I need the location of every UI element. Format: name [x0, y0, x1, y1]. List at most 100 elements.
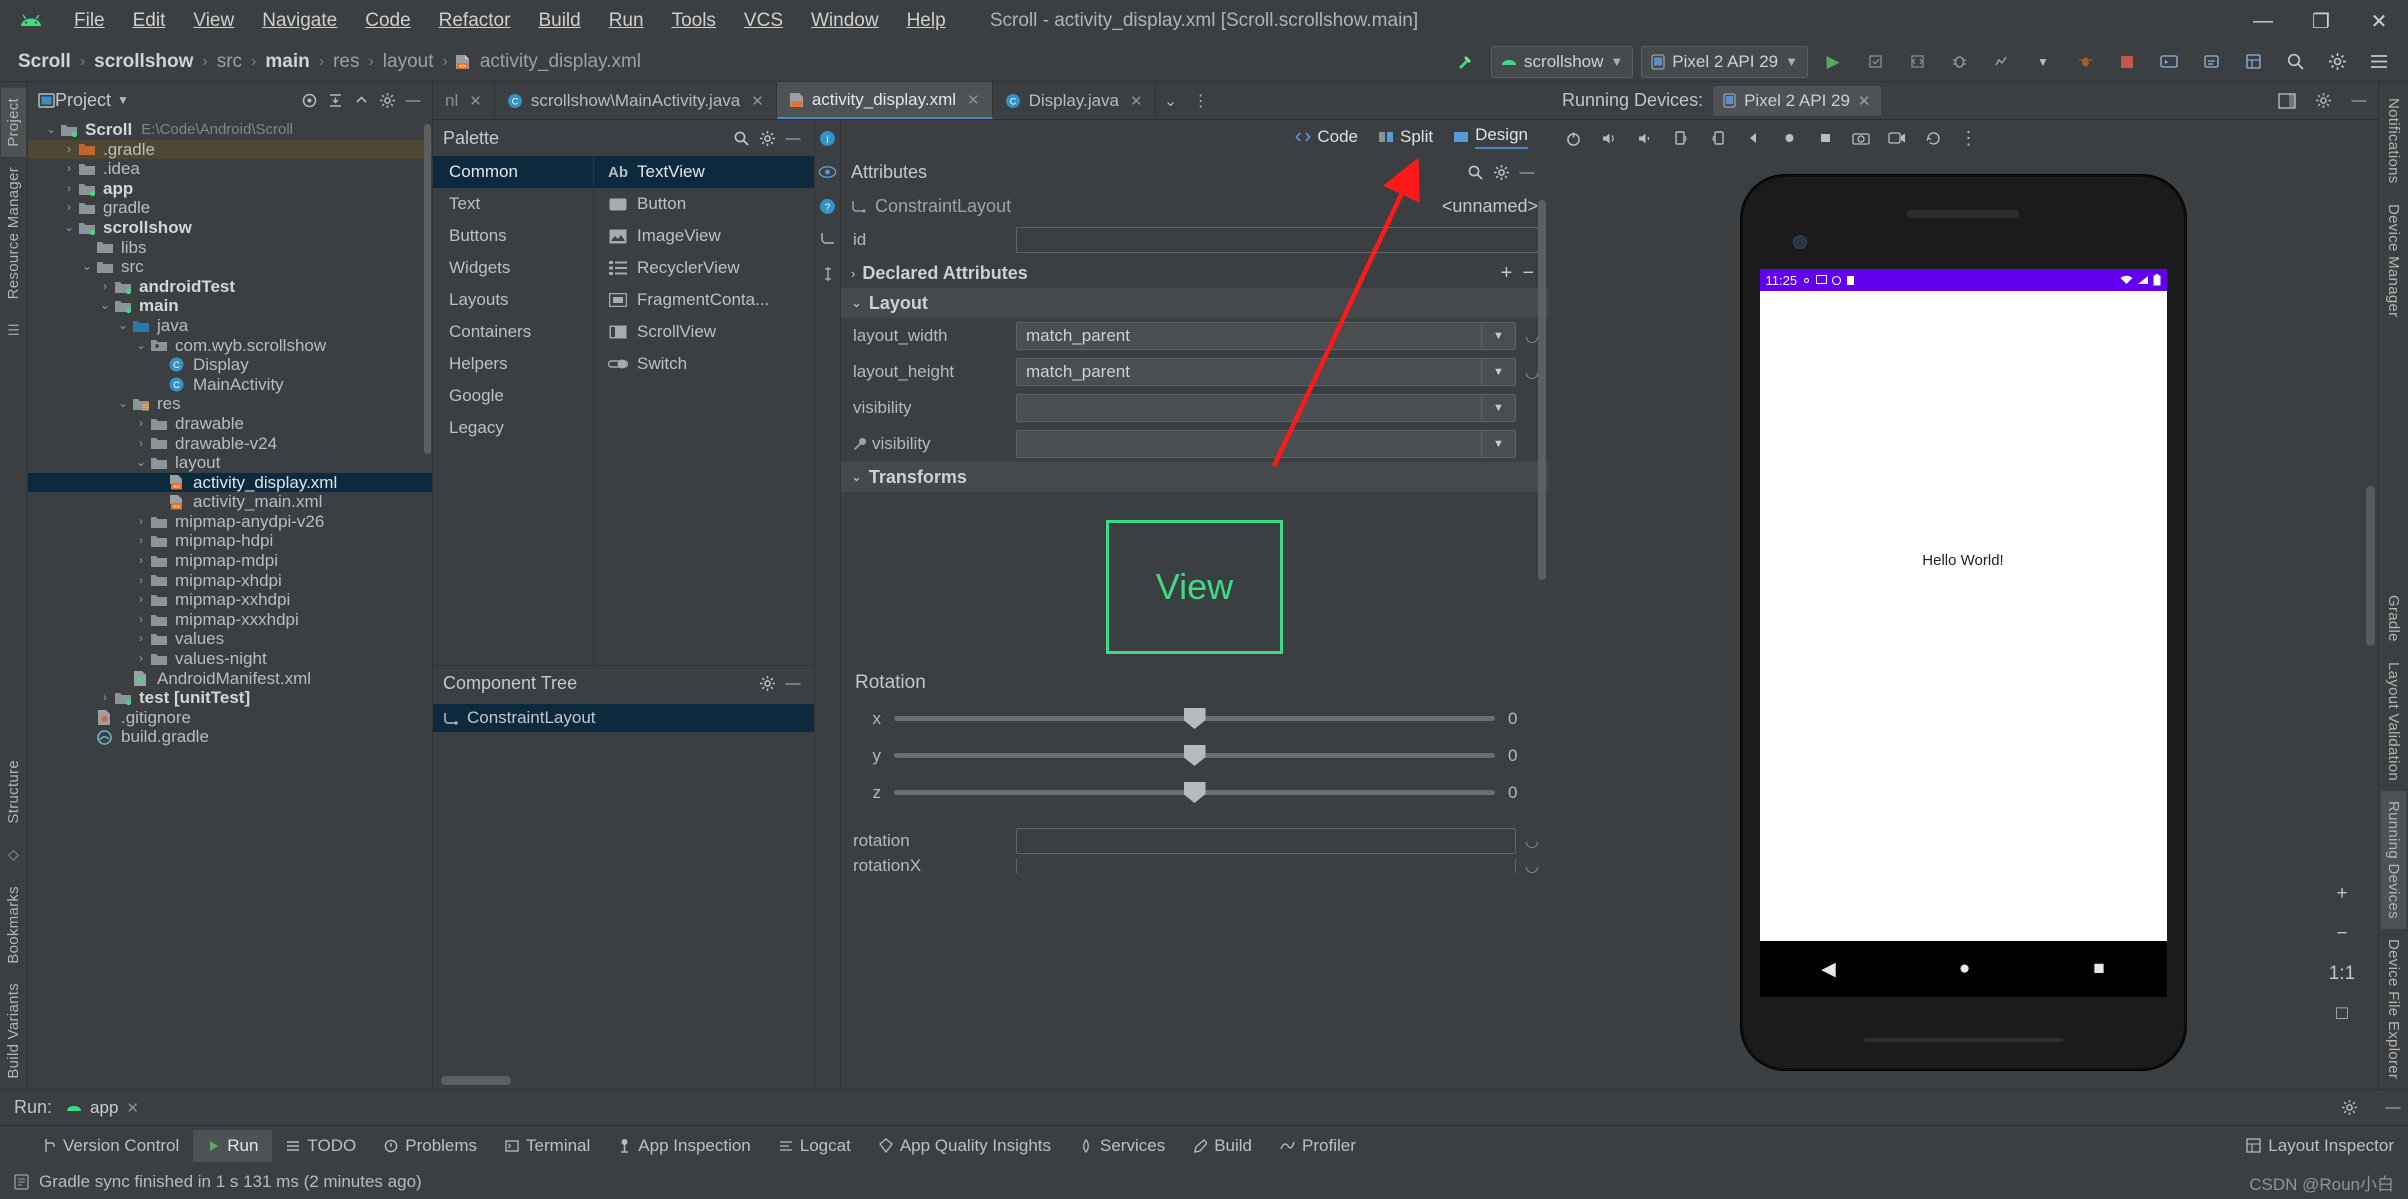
menu-run[interactable]: Run	[595, 7, 658, 35]
close-icon[interactable]: ✕	[1130, 92, 1143, 110]
close-icon[interactable]: ✕	[126, 1099, 139, 1117]
profile-icon[interactable]	[1984, 46, 2018, 78]
tree-row-mipmap-mdpi[interactable]: › mipmap-mdpi	[28, 551, 432, 571]
zoom-out-button[interactable]: −	[2326, 919, 2358, 949]
tree-row-values[interactable]: › values	[28, 629, 432, 649]
attributes-scrollbar[interactable]	[1538, 200, 1546, 580]
palette-category-legacy[interactable]: Legacy	[433, 412, 593, 444]
eye-icon[interactable]	[818, 162, 838, 182]
tree-row-mipmap-hdpi[interactable]: › mipmap-hdpi	[28, 531, 432, 551]
minimize-icon[interactable]: —	[780, 125, 806, 151]
tree-row--idea[interactable]: › .idea	[28, 159, 432, 179]
tool-window-version-control[interactable]: Version Control	[28, 1130, 193, 1162]
screenshot-icon[interactable]	[1844, 123, 1878, 153]
remove-attribute-button[interactable]: −	[1522, 262, 1534, 285]
sidebar-item-layout-validation[interactable]: Layout Validation	[2381, 652, 2406, 791]
tree-expand-arrow[interactable]: ›	[132, 512, 150, 532]
palette-category-helpers[interactable]: Helpers	[433, 348, 593, 380]
tree-row-drawable[interactable]: › drawable	[28, 414, 432, 434]
minimize-icon[interactable]: —	[2346, 88, 2372, 114]
project-tree[interactable]: ⌄ Scroll E:\Code\Android\Scroll › .gradle › .i…	[28, 118, 432, 1089]
palette-item-imageview[interactable]: ImageView	[594, 220, 814, 252]
menu-view[interactable]: View	[179, 7, 248, 35]
minimize-icon[interactable]: —	[780, 671, 806, 697]
tree-row-layout[interactable]: ⌄ layout	[28, 453, 432, 473]
tree-expand-arrow[interactable]: ›	[60, 198, 78, 218]
chevron-down-icon[interactable]: ▼	[1481, 323, 1515, 349]
maximize-button[interactable]: ❐	[2292, 0, 2350, 42]
sidebar-item-notifications[interactable]: Notifications	[2381, 88, 2406, 194]
breadcrumb-item-3[interactable]: main	[259, 49, 315, 75]
tree-row-main[interactable]: ⌄ main	[28, 296, 432, 316]
gear-icon[interactable]	[1488, 159, 1514, 185]
minimize-icon[interactable]: —	[400, 87, 426, 113]
declared-attributes-section-header[interactable]: › Declared Attributes + −	[841, 258, 1548, 288]
overview-icon[interactable]	[1808, 123, 1842, 153]
device-tab-pixel2[interactable]: Pixel 2 API 29 ✕	[1713, 85, 1881, 116]
device-screen[interactable]: 11:25 Hello World!	[1759, 269, 2167, 941]
history-icon[interactable]	[1916, 123, 1950, 153]
chevron-down-icon[interactable]: ▼	[117, 93, 129, 107]
sidebar-item-build-variants[interactable]: Build Variants	[1, 973, 26, 1089]
layout-section-header[interactable]: ⌄ Layout	[841, 288, 1548, 318]
sidebar-item-project[interactable]: Project	[1, 88, 26, 157]
tree-expand-arrow[interactable]: ›	[60, 179, 78, 199]
tree-row-src[interactable]: ⌄ src	[28, 257, 432, 277]
horizontal-scrollbar[interactable]	[441, 1076, 511, 1085]
palette-item-recyclerview[interactable]: RecyclerView	[594, 252, 814, 284]
rotation-input[interactable]	[1016, 828, 1516, 854]
tool-window-services[interactable]: Services	[1065, 1130, 1179, 1162]
tool-window-problems[interactable]: Problems	[370, 1130, 491, 1162]
nav-back-button[interactable]: ◀	[1821, 958, 1836, 981]
transforms-section-header[interactable]: ⌄ Transforms	[841, 462, 1548, 492]
layout-inspector-icon[interactable]	[2236, 46, 2270, 78]
tree-row-mainactivity[interactable]: C MainActivity	[28, 375, 432, 395]
gear-icon[interactable]	[2334, 1094, 2364, 1122]
visibility-select[interactable]: ▼	[1016, 394, 1516, 422]
gear-icon[interactable]	[2320, 46, 2354, 78]
slider-knob[interactable]	[1183, 708, 1206, 729]
tool-window-layout-inspector[interactable]: Layout Inspector	[2232, 1130, 2408, 1162]
close-icon[interactable]: ✕	[751, 92, 764, 110]
apply-changes-icon[interactable]	[1858, 46, 1892, 78]
palette-category-widgets[interactable]: Widgets	[433, 252, 593, 284]
slider-knob[interactable]	[1183, 782, 1206, 803]
gear-icon[interactable]	[754, 125, 780, 151]
component-tree-node-constraintlayout[interactable]: ConstraintLayout	[433, 704, 814, 732]
volume-up-icon[interactable]	[1592, 123, 1626, 153]
tree-expand-arrow[interactable]: ›	[132, 551, 150, 571]
tree-expand-arrow[interactable]: ›	[60, 140, 78, 160]
close-button[interactable]: ✕	[2350, 0, 2408, 42]
tree-row-scrollshow[interactable]: ⌄ scrollshow	[28, 218, 432, 238]
id-input[interactable]	[1016, 227, 1540, 253]
target-icon[interactable]	[296, 87, 322, 113]
tree-expand-arrow[interactable]: ›	[132, 610, 150, 630]
module-selector[interactable]: scrollshow ▼	[1491, 45, 1634, 78]
menu-build[interactable]: Build	[524, 7, 594, 35]
tree-expand-arrow[interactable]: ⌄	[60, 218, 78, 238]
editor-tab-display[interactable]: C Display.java ✕	[993, 82, 1156, 119]
editor-tab-mainactivity[interactable]: C scrollshow\MainActivity.java ✕	[495, 82, 777, 119]
rotation-x-slider[interactable]	[894, 708, 1495, 729]
layout-height-select[interactable]: match_parent ▼	[1016, 358, 1516, 386]
tree-row--gradle[interactable]: › .gradle	[28, 139, 432, 160]
breadcrumb-item-5[interactable]: layout	[377, 49, 440, 75]
tree-row-androidmanifest-xml[interactable]: AndroidManifest.xml	[28, 669, 432, 689]
tool-window-terminal[interactable]: Terminal	[491, 1130, 604, 1162]
tool-window-build[interactable]: Build	[1179, 1130, 1266, 1162]
tree-row-androidtest[interactable]: › androidTest	[28, 277, 432, 297]
menu-tools[interactable]: Tools	[658, 7, 730, 35]
tree-expand-arrow[interactable]: ›	[96, 688, 114, 708]
stop-icon[interactable]	[2110, 46, 2144, 78]
tree-row-gradle[interactable]: › gradle	[28, 198, 432, 218]
tree-row-app[interactable]: › app	[28, 179, 432, 199]
tool-window-run[interactable]: Run	[193, 1129, 273, 1162]
help-icon[interactable]: ?	[818, 196, 838, 216]
layout-width-select[interactable]: match_parent ▼	[1016, 322, 1516, 350]
mode-code-button[interactable]: Code	[1285, 123, 1368, 151]
tree-row-test-unittest-[interactable]: › test [unitTest]	[28, 688, 432, 708]
mode-design-button[interactable]: Design	[1443, 121, 1538, 153]
palette-category-common[interactable]: Common	[433, 156, 593, 188]
palette-item-fragmentconta-[interactable]: FragmentConta...	[594, 284, 814, 316]
tree-row-drawable-v24[interactable]: › drawable-v24	[28, 434, 432, 454]
